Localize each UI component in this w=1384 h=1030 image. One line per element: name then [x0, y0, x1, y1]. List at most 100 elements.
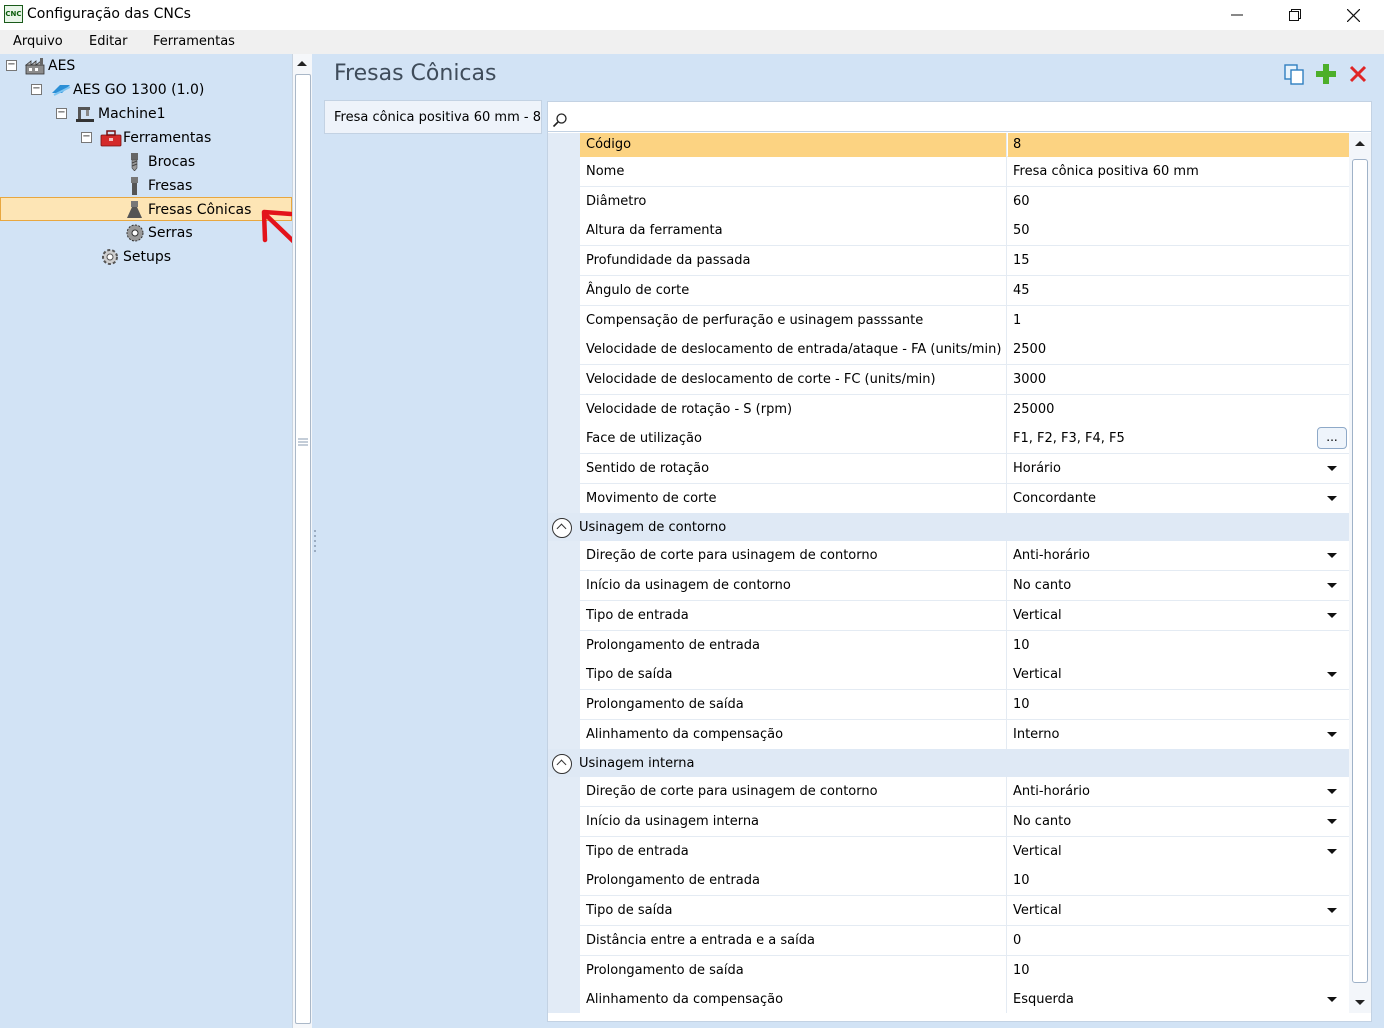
property-value[interactable]: Anti-horário — [1008, 541, 1349, 571]
property-value[interactable]: 25000 — [1008, 395, 1349, 425]
tree-node-machine-group[interactable]: AES GO 1300 (1.0) — [50, 79, 204, 101]
property-value[interactable]: 0 — [1008, 926, 1349, 956]
grid-scroll-down-icon[interactable] — [1355, 1000, 1365, 1005]
property-value[interactable]: 2500 — [1008, 335, 1349, 365]
property-grid-scrollbar-thumb[interactable] — [1352, 159, 1368, 983]
property-row[interactable]: Início da usinagem interna No canto — [548, 807, 1349, 837]
property-row[interactable]: Velocidade de rotação - S (rpm) 25000 — [548, 394, 1349, 425]
property-value[interactable]: Vertical — [1008, 660, 1349, 690]
scroll-up-arrow-icon[interactable] — [297, 61, 307, 66]
property-value[interactable]: 8 — [1008, 133, 1349, 157]
property-value[interactable]: No canto — [1008, 571, 1349, 601]
property-row[interactable]: Tipo de entrada Vertical — [548, 836, 1349, 867]
property-row[interactable]: Compensação de perfuração e usinagem pas… — [548, 305, 1349, 336]
menu-ferramentas[interactable]: Ferramentas — [153, 34, 235, 49]
close-button[interactable] — [1330, 0, 1376, 30]
dropdown-arrow-icon[interactable] — [1327, 731, 1337, 737]
property-row[interactable]: Prolongamento de entrada 10 — [548, 866, 1349, 897]
collapse-ferramentas-toggle[interactable]: − — [81, 132, 92, 143]
property-value[interactable]: 10 — [1008, 866, 1349, 896]
property-row[interactable]: Tipo de saída Vertical — [548, 660, 1349, 691]
tree-node-machine1[interactable]: Machine1 — [75, 103, 166, 125]
property-row[interactable]: Tipo de saída Vertical — [548, 896, 1349, 927]
property-row[interactable]: Altura da ferramenta 50 — [548, 216, 1349, 247]
tree-scrollbar[interactable] — [292, 54, 312, 1028]
dropdown-arrow-icon[interactable] — [1327, 672, 1337, 678]
dropdown-arrow-icon[interactable] — [1327, 789, 1337, 795]
property-row[interactable]: Código 8 — [548, 133, 1349, 163]
property-search-input[interactable] — [548, 108, 1371, 132]
property-value[interactable]: 10 — [1008, 631, 1349, 661]
property-value[interactable]: Interno — [1008, 720, 1349, 750]
property-row[interactable]: Tipo de entrada Vertical — [548, 600, 1349, 631]
dropdown-arrow-icon[interactable] — [1327, 466, 1337, 471]
dropdown-arrow-icon[interactable] — [1327, 553, 1337, 559]
tree-node-fresas[interactable]: Fresas — [125, 175, 192, 197]
property-value[interactable]: 1 — [1008, 306, 1349, 336]
property-value[interactable]: Esquerda — [1008, 985, 1349, 1013]
property-value[interactable]: Anti-horário — [1008, 777, 1349, 807]
property-value[interactable]: 50 — [1008, 216, 1349, 246]
tree-node-setups[interactable]: Setups — [100, 246, 171, 268]
collapse-chevron-icon[interactable] — [552, 518, 572, 539]
tree-node-ferramentas[interactable]: Ferramentas — [100, 127, 211, 149]
property-value[interactable]: Vertical — [1008, 896, 1349, 926]
ellipsis-button[interactable]: ... — [1317, 427, 1347, 450]
tree-scrollbar-thumb[interactable] — [295, 74, 311, 1024]
property-value[interactable]: Vertical — [1008, 837, 1349, 867]
property-value[interactable]: 10 — [1008, 690, 1349, 720]
menu-editar[interactable]: Editar — [89, 34, 128, 49]
property-row[interactable]: Alinhamento da compensação Esquerda — [548, 985, 1349, 1013]
dropdown-arrow-icon[interactable] — [1327, 908, 1337, 914]
restore-button[interactable] — [1272, 0, 1318, 30]
property-row[interactable]: Movimento de corte Concordante — [548, 483, 1349, 514]
property-value[interactable]: 3000 — [1008, 365, 1349, 395]
tree-node-brocas[interactable]: Brocas — [125, 151, 195, 173]
property-value[interactable]: 60 — [1008, 187, 1349, 217]
property-row[interactable]: Direção de corte para usinagem de contor… — [548, 541, 1349, 572]
tree-node-serras[interactable]: Serras — [125, 222, 193, 244]
property-row[interactable]: Prolongamento de entrada 10 — [548, 630, 1349, 661]
property-value[interactable]: Fresa cônica positiva 60 mm — [1008, 157, 1349, 187]
property-grid-scrollbar[interactable] — [1349, 133, 1371, 1013]
property-row[interactable]: Direção de corte para usinagem de contor… — [548, 777, 1349, 808]
property-value[interactable]: Vertical — [1008, 601, 1349, 631]
property-row[interactable]: Distância entre a entrada e a saída 0 — [548, 925, 1349, 956]
delete-button[interactable] — [1346, 62, 1370, 86]
property-value[interactable]: 10 — [1008, 956, 1349, 986]
property-row[interactable]: Alinhamento da compensação Interno — [548, 719, 1349, 750]
dropdown-arrow-icon[interactable] — [1327, 583, 1337, 589]
category-header[interactable]: Usinagem interna — [548, 749, 1349, 780]
property-row[interactable]: Ângulo de corte 45 — [548, 275, 1349, 306]
minimize-button[interactable] — [1214, 0, 1260, 30]
add-button[interactable] — [1314, 62, 1338, 86]
category-header[interactable]: Usinagem de contorno — [548, 513, 1349, 544]
property-row[interactable]: Profundidade da passada 15 — [548, 246, 1349, 277]
collapse-chevron-icon[interactable] — [552, 754, 572, 775]
property-row[interactable]: Velocidade de deslocamento de corte - FC… — [548, 364, 1349, 395]
tree-node-fresas-conicas[interactable]: Fresas Cônicas — [125, 199, 251, 221]
property-row[interactable]: Sentido de rotação Horário — [548, 454, 1349, 484]
collapse-machine-group-toggle[interactable]: − — [31, 84, 42, 95]
property-value[interactable]: Horário — [1008, 454, 1349, 484]
dropdown-arrow-icon[interactable] — [1327, 997, 1337, 1003]
property-row[interactable]: Prolongamento de saída 10 — [548, 689, 1349, 720]
property-row[interactable]: Início da usinagem de contorno No canto — [548, 571, 1349, 602]
property-row[interactable]: Face de utilização F1, F2, F3, F4, F5... — [548, 424, 1349, 455]
dropdown-arrow-icon[interactable] — [1327, 819, 1337, 824]
property-row[interactable]: Prolongamento de saída 10 — [548, 955, 1349, 986]
property-row[interactable]: Nome Fresa cônica positiva 60 mm — [548, 157, 1349, 187]
property-row[interactable]: Diâmetro 60 — [548, 186, 1349, 217]
dropdown-arrow-icon[interactable] — [1327, 848, 1337, 854]
collapse-machine1-toggle[interactable]: − — [56, 108, 67, 119]
tree-node-aes[interactable]: AES — [24, 55, 75, 77]
property-value[interactable]: F1, F2, F3, F4, F5 — [1008, 424, 1349, 454]
grid-scroll-up-icon[interactable] — [1355, 141, 1365, 146]
property-value[interactable]: Concordante — [1008, 484, 1349, 514]
property-row[interactable]: Velocidade de deslocamento de entrada/at… — [548, 335, 1349, 366]
property-value[interactable]: 15 — [1008, 246, 1349, 276]
copy-button[interactable] — [1282, 62, 1306, 86]
tool-list-item[interactable]: Fresa cônica positiva 60 mm - 8 — [324, 100, 542, 134]
property-value[interactable]: No canto — [1008, 807, 1349, 837]
dropdown-arrow-icon[interactable] — [1327, 495, 1337, 501]
